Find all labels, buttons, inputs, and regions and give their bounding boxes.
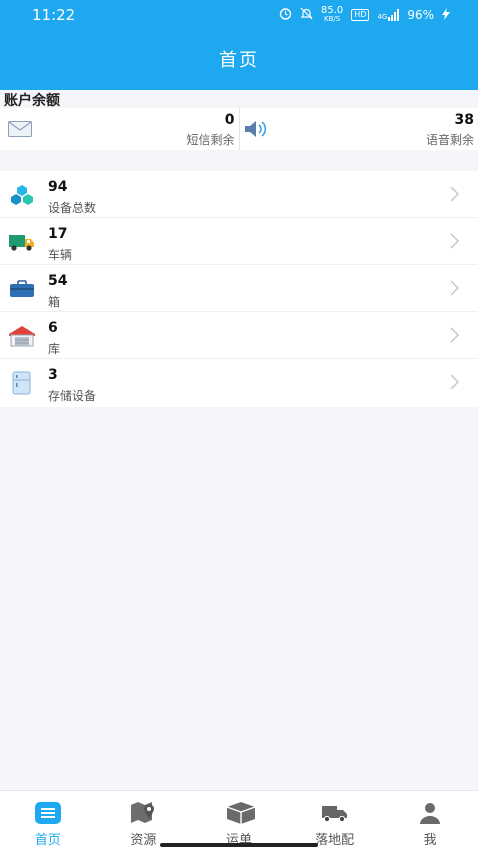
package-icon xyxy=(225,801,253,825)
tab-resources-label: 资源 xyxy=(130,829,156,848)
list-item-boxes[interactable]: 54 箱 xyxy=(0,265,478,312)
bottom-tab-bar: 首页 资源 运单 落地配 我 xyxy=(0,790,478,851)
user-icon xyxy=(416,801,444,825)
page-title: 首页 xyxy=(0,46,478,72)
storage-label: 存储设备 xyxy=(48,387,96,404)
mail-icon xyxy=(8,121,32,141)
warehouse-icon xyxy=(8,324,36,348)
status-time: 11:22 xyxy=(32,6,75,24)
tab-delivery-label: 落地配 xyxy=(315,829,354,848)
tab-waybill[interactable]: 运单 xyxy=(191,791,287,851)
voice-balance[interactable]: 38 语音剩余 xyxy=(240,108,478,150)
chevron-right-icon xyxy=(450,186,460,206)
fridge-icon xyxy=(8,371,36,395)
net-speed: 85.0 KB/S xyxy=(321,6,343,24)
mute-bell-icon xyxy=(300,7,313,23)
chevron-right-icon xyxy=(450,327,460,347)
sms-balance-label: 短信剩余 xyxy=(186,131,234,148)
boxes-count: 54 xyxy=(48,273,67,289)
warehouses-label: 库 xyxy=(48,340,60,357)
charging-icon xyxy=(442,8,450,23)
tab-home[interactable]: 首页 xyxy=(0,791,96,851)
hd-badge: HD xyxy=(351,9,369,21)
vehicles-count: 17 xyxy=(48,226,67,242)
home-list-icon xyxy=(34,801,62,825)
balance-label: 账户余额 xyxy=(4,90,60,110)
voice-balance-label: 语音剩余 xyxy=(426,131,474,148)
resource-list: 94 设备总数 17 车辆 54 箱 6 库 xyxy=(0,171,478,407)
app-header: 11:22 85.0 KB/S HD 4G 96% 首页 xyxy=(0,0,478,90)
sms-balance[interactable]: 0 短信剩余 xyxy=(0,108,240,150)
status-bar: 11:22 85.0 KB/S HD 4G 96% xyxy=(0,0,478,30)
devices-count: 94 xyxy=(48,179,67,195)
chevron-right-icon xyxy=(450,280,460,300)
storage-count: 3 xyxy=(48,367,58,383)
devices-label: 设备总数 xyxy=(48,199,96,216)
list-item-devices[interactable]: 94 设备总数 xyxy=(0,171,478,218)
balance-row: 0 短信剩余 38 语音剩余 xyxy=(0,108,478,150)
delivery-truck-icon xyxy=(321,801,349,825)
battery-level: 96% xyxy=(407,8,434,22)
list-item-vehicles[interactable]: 17 车辆 xyxy=(0,218,478,265)
chevron-right-icon xyxy=(450,374,460,394)
tab-delivery[interactable]: 落地配 xyxy=(287,791,383,851)
sms-balance-value: 0 xyxy=(225,112,235,128)
list-item-warehouses[interactable]: 6 库 xyxy=(0,312,478,359)
tab-home-label: 首页 xyxy=(35,829,61,848)
signal-indicator: 4G xyxy=(377,9,399,21)
tab-me[interactable]: 我 xyxy=(382,791,478,851)
voice-balance-value: 38 xyxy=(455,112,474,128)
speaker-icon xyxy=(244,119,270,143)
tab-resources[interactable]: 资源 xyxy=(96,791,192,851)
devices-icon xyxy=(8,183,36,207)
tab-me-label: 我 xyxy=(424,829,437,848)
home-indicator[interactable] xyxy=(160,843,318,847)
signal-icon xyxy=(388,9,399,21)
chevron-right-icon xyxy=(450,233,460,253)
list-item-storage[interactable]: 3 存储设备 xyxy=(0,359,478,407)
box-icon xyxy=(8,277,36,301)
alarm-icon xyxy=(279,7,292,23)
boxes-label: 箱 xyxy=(48,293,60,310)
warehouses-count: 6 xyxy=(48,320,58,336)
map-pin-icon xyxy=(129,801,157,825)
status-icons: 85.0 KB/S HD 4G 96% xyxy=(279,6,450,24)
vehicles-label: 车辆 xyxy=(48,246,72,263)
truck-icon xyxy=(8,230,36,254)
